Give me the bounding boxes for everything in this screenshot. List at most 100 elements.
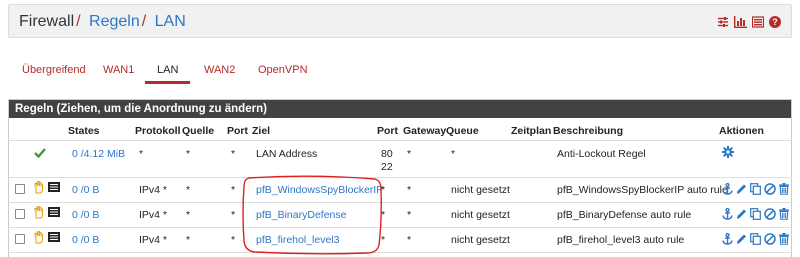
- destination-alias-link[interactable]: pfB_firehol_level3: [256, 234, 339, 246]
- pencil-icon[interactable]: [736, 208, 747, 220]
- destination-alias-link[interactable]: pfB_BinaryDefense: [256, 209, 346, 221]
- breadcrumb-lan-link[interactable]: LAN: [155, 13, 186, 30]
- source-value: *: [186, 148, 191, 160]
- bar-chart-icon[interactable]: [734, 16, 747, 28]
- row-select-checkbox[interactable]: [15, 209, 25, 219]
- trash-icon[interactable]: [779, 233, 789, 245]
- states-link[interactable]: 0 /4.12 MiB: [72, 148, 125, 160]
- col-schedule: Zeitplan: [511, 125, 552, 137]
- svg-text:?: ?: [772, 17, 778, 27]
- row-select-checkbox[interactable]: [15, 234, 25, 244]
- col-source: Quelle: [182, 125, 215, 137]
- log-list-icon: [48, 232, 60, 245]
- row-actions: [722, 233, 789, 245]
- row-actions: [722, 208, 789, 220]
- col-protocol: Protokoll: [135, 125, 181, 137]
- breadcrumb: Firewall / Regeln / LAN: [19, 13, 186, 31]
- port-value: *: [231, 148, 236, 160]
- breadcrumb-firewall: Firewall: [19, 13, 75, 30]
- tab-uebergreifend[interactable]: Übergreifend: [22, 63, 86, 91]
- destination-value: LAN Address: [256, 148, 318, 160]
- description-value: Anti-Lockout Regel: [557, 148, 646, 160]
- header-icons: ?: [717, 15, 781, 29]
- queue-value: nicht gesetzt: [451, 184, 510, 196]
- panel-heading: Regeln (Ziehen, um die Anordnung zu ände…: [9, 100, 791, 118]
- protocol-value: IPv4 *: [139, 234, 168, 246]
- col-gateway: Gateway: [403, 125, 447, 137]
- anchor-icon[interactable]: [722, 208, 733, 220]
- states-link[interactable]: 0 /0 B: [72, 184, 99, 196]
- sliders-icon[interactable]: [717, 16, 729, 28]
- disable-icon[interactable]: [764, 208, 776, 220]
- list-icon[interactable]: [752, 16, 764, 28]
- pencil-icon[interactable]: [736, 183, 747, 195]
- row-divider: [8, 227, 792, 228]
- trash-icon[interactable]: [779, 183, 789, 195]
- description-value: pfB_WindowsSpyBlockerIP auto rule: [557, 184, 728, 196]
- breadcrumb-rules-link[interactable]: Regeln: [89, 13, 140, 30]
- row-divider: [8, 252, 792, 253]
- protocol-value: *: [139, 148, 144, 160]
- gateway-value: *: [407, 184, 412, 196]
- dest-port-value: *: [381, 234, 386, 246]
- anchor-icon[interactable]: [722, 183, 733, 195]
- tab-openvpn[interactable]: OpenVPN: [258, 63, 308, 91]
- queue-value: nicht gesetzt: [451, 209, 510, 221]
- col-states: States: [68, 125, 100, 137]
- pencil-icon[interactable]: [736, 233, 747, 245]
- source-value: *: [186, 234, 191, 246]
- copy-icon[interactable]: [750, 233, 761, 245]
- col-port: Port: [227, 125, 248, 137]
- gateway-value: *: [407, 209, 412, 221]
- disable-icon[interactable]: [764, 183, 776, 195]
- breadcrumb-separator: /: [141, 13, 147, 30]
- hand-drag-icon[interactable]: [33, 180, 45, 197]
- row-actions: [722, 183, 789, 195]
- pass-check-icon: [34, 147, 46, 161]
- hand-drag-icon[interactable]: [33, 205, 45, 222]
- dest-port-value: 80: [381, 148, 393, 160]
- dest-port-value: 22: [381, 161, 393, 173]
- breadcrumb-separator: /: [76, 13, 81, 30]
- log-list-icon: [48, 207, 60, 220]
- gateway-value: *: [407, 234, 412, 246]
- col-dest-port: Port: [377, 125, 398, 137]
- source-value: *: [186, 184, 191, 196]
- breadcrumb-bar: Firewall / Regeln / LAN ?: [8, 4, 792, 38]
- copy-icon[interactable]: [750, 208, 761, 220]
- disable-icon[interactable]: [764, 233, 776, 245]
- active-tab-indicator: [145, 81, 190, 84]
- dest-port-value: *: [381, 209, 386, 221]
- gateway-value: *: [407, 148, 412, 160]
- tab-lan[interactable]: LAN: [157, 63, 178, 91]
- queue-value: nicht gesetzt: [451, 234, 510, 246]
- queue-value: *: [451, 148, 456, 160]
- trash-icon[interactable]: [779, 208, 789, 220]
- tab-wan2[interactable]: WAN2: [204, 63, 235, 91]
- col-queue: Queue: [446, 125, 479, 137]
- help-icon[interactable]: ?: [769, 16, 781, 28]
- row-divider: [8, 140, 792, 141]
- port-value: *: [231, 184, 236, 196]
- destination-alias-link[interactable]: pfB_WindowsSpyBlockerIP: [256, 184, 383, 196]
- description-value: pfB_firehol_level3 auto rule: [557, 234, 685, 246]
- anchor-icon[interactable]: [722, 233, 733, 245]
- protocol-value: IPv4 *: [139, 184, 168, 196]
- gear-icon[interactable]: [722, 146, 734, 161]
- port-value: *: [231, 209, 236, 221]
- source-value: *: [186, 209, 191, 221]
- tab-wan1[interactable]: WAN1: [103, 63, 134, 91]
- hand-drag-icon[interactable]: [33, 230, 45, 247]
- col-description: Beschreibung: [553, 125, 624, 137]
- protocol-value: IPv4 *: [139, 209, 168, 221]
- states-link[interactable]: 0 /0 B: [72, 234, 99, 246]
- description-value: pfB_BinaryDefense auto rule: [557, 209, 692, 221]
- col-destination: Ziel: [252, 125, 271, 137]
- row-divider: [8, 202, 792, 203]
- dest-port-value: *: [381, 184, 386, 196]
- states-link[interactable]: 0 /0 B: [72, 209, 99, 221]
- row-select-checkbox[interactable]: [15, 184, 25, 194]
- col-actions: Aktionen: [719, 125, 764, 137]
- port-value: *: [231, 234, 236, 246]
- copy-icon[interactable]: [750, 183, 761, 195]
